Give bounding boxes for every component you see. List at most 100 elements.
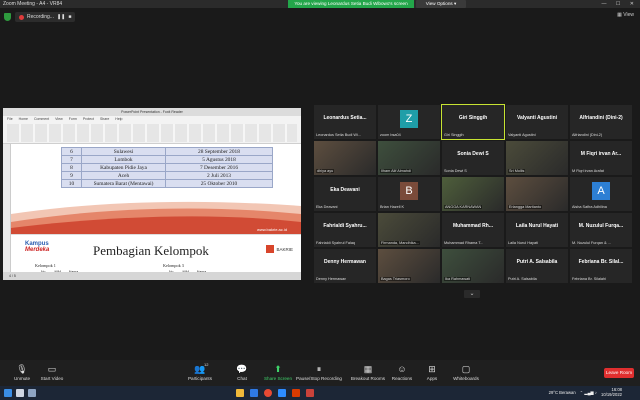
start-video-button[interactable]: ▭ Start Video [30,362,74,381]
shared-status-bar: 4 / 5 [3,272,301,280]
participant-tile[interactable]: Valyanti Agustini Valyanti Agustini [506,105,568,139]
ribbon-tab: File [7,117,13,121]
browser-icon[interactable] [250,389,258,397]
slide-area: 6 Sulawesi 28 September 2018 7 Lombok 5 Agust… [3,144,301,274]
participant-name: Putri A. Salsabila [508,277,537,281]
participant-tile[interactable]: Giri Singgih Giri Singgih [441,104,505,140]
view-layout-button[interactable]: ▦ View [617,12,634,18]
participants-label: Participants [187,376,212,381]
participant-tile[interactable]: Laila Nurul Hayati Laila Nurul Hayati [506,213,568,247]
network-icon[interactable]: ⌃ ▂▄▆ ♪ [580,390,597,395]
participant-tile[interactable]: M Fiqri irvan Ar... M Fiqri irvan Arafat [570,141,632,175]
participant-name: Valyanti Agustini [508,133,536,137]
participant-tile[interactable]: Putri A. Salsabila Putri A. Salsabila [506,249,568,283]
participant-name: Leonardus Setia Budi Wi... [316,133,361,137]
ribbon-tools [7,124,297,142]
participant-avatar: A [592,182,610,200]
table-row: 8 Kabupaten Pidie Jaya 7 Desember 2016 [61,163,273,172]
participant-tile[interactable]: B Brian Hazell K [378,177,440,211]
participant-tile[interactable]: Eka Deavani Eka Deavani [314,177,376,211]
participant-name: Laila Nurul Hayati [508,241,538,245]
participant-name: Denny Hermawan [316,277,347,281]
participant-tile[interactable]: Denny Hermawan Denny Hermawan [314,249,376,283]
participant-tile[interactable]: Firmanda, Mandhika... [378,213,440,247]
table-cell: Kabupaten Pidie Jaya [81,163,166,172]
pause-recording-button[interactable]: ⏸ Pause/Stop Recording [294,362,344,381]
stop-recording-icon[interactable]: ■ [68,14,71,20]
participant-avatar: Z [400,110,418,128]
participant-tile[interactable]: ANGGA KARNAWAN [442,177,504,211]
share-screen-label: Share Screen [263,376,293,381]
participants-count-badge: 12 [204,362,209,367]
gallery-next-page-icon[interactable]: ⌄ [464,290,480,298]
participant-tile[interactable]: A Aisha Safira Adhilina [570,177,632,211]
whiteboards-button[interactable]: ▢ Whiteboards [444,362,488,381]
participant-tile[interactable]: Ilham Alif Almahdi [378,141,440,175]
foxit-icon[interactable] [306,389,314,397]
participant-name: Alfriandini (Dini-2) [572,133,603,137]
participant-tile[interactable]: Muhammad Rh... Muhammad Rhama T... [442,213,504,247]
participant-tile[interactable]: Sri Mollis [506,141,568,175]
participant-tile[interactable]: Bagas Triasmoro [378,249,440,283]
table-row: 9 Aceh 2 Juli 2013 [61,171,273,180]
chat-label: Chat [237,376,247,381]
participant-tile[interactable]: Zzoom bsa04 [378,105,440,139]
start-video-label: Start Video [40,376,64,381]
bakrie-logo: BAKRIE [266,245,293,253]
table-cell: 2 Juli 2013 [165,171,273,180]
participant-caption: Muhammad Rh... [452,223,493,229]
kelompok-3-label: Kelompok 3 [163,263,184,268]
ribbon-tab: Form [68,117,77,121]
participant-name: dhiya ayu [316,169,335,173]
recording-indicator: Recording... ❚❚ ■ [15,12,76,22]
window-title: Zoom Meeting - A4 - VR84 [3,1,63,7]
file-explorer-icon[interactable] [236,389,244,397]
windows-start-icon[interactable] [4,389,12,397]
participant-tile[interactable]: Febriana Br. Silal... Febriana Br. Silala… [570,249,632,283]
participant-tile[interactable]: dhiya ayu [314,141,376,175]
participant-tile[interactable]: Alfriandini (Dini-2) Alfriandini (Dini-2) [570,105,632,139]
participants-icon: 👥 [194,364,206,374]
table-cell: 6 [61,147,82,156]
clock-date: 10/19/2022 [601,392,622,397]
table-row: 6 Sulawesi 28 September 2018 [61,147,273,156]
participant-tile[interactable]: Erlangga Martianto [506,177,568,211]
viewing-banner: You are viewing Leonardus Setia Budi Wib… [288,0,414,8]
participant-tile[interactable]: Ika Rahmawati [442,249,504,283]
shared-app-title: PowerPoint Presentation - Foxit Reader [3,108,301,116]
security-shield-icon[interactable] [4,13,11,21]
table-cell: 7 Desember 2016 [165,163,273,172]
participant-caption: Denny Hermawan [324,259,366,265]
participant-name: Bagas Triasmoro [380,277,411,281]
participant-name: Muhammad Rhama T... [444,241,484,245]
participant-name: Aisha Safira Adhilina [572,205,607,209]
participant-tile[interactable]: Leonardus Setia... Leonardus Setia Budi W… [314,105,376,139]
ribbon-tab: Protect [82,117,94,121]
window-controls[interactable]: — ☐ ✕ [602,0,638,8]
powerpoint-icon[interactable] [292,389,300,397]
system-tray: 29°C Berawan ⌃ ▂▄▆ ♪ 16:08 10/19/2022 [549,387,622,397]
participants-button[interactable]: 12 👥 Participants [178,362,222,381]
leave-room-button[interactable]: Leave Room [604,368,634,378]
search-icon[interactable] [16,389,24,397]
slide-pembagian: Kampus Merdeka Pembagian Kelompok BAKRIE… [11,234,301,274]
task-view-icon[interactable] [28,389,36,397]
participant-tile[interactable]: Sonia Dewi S Sonia Dewi S [442,141,504,175]
table-cell: 8 [61,163,82,172]
participant-tile[interactable]: M. Nuzulul Furqa... M. Nuzulul Furqan & .… [570,213,632,247]
whiteboard-icon: ▢ [461,364,471,374]
pause-recording-icon[interactable]: ❚❚ [57,14,65,20]
participant-name: Firmanda, Mandhika... [380,241,420,245]
zoom-app-icon[interactable] [278,389,286,397]
participant-caption: Laila Nurul Hayati [515,223,559,229]
bakrie-logo-icon [266,245,275,253]
shared-ribbon: File Home Comment View Form Protect Share Help [3,116,301,144]
slide-thumbnails [3,144,11,272]
kampus-merdeka-logo: Kampus Merdeka [25,241,49,253]
view-options-button[interactable]: View Options ▾ [416,0,466,8]
participant-tile[interactable]: Fahrialdi Syahru... Fahrialdi Syahrul Fal… [314,213,376,247]
table-cell: 7 [61,155,82,164]
chrome-icon[interactable] [264,389,272,397]
clock[interactable]: 16:08 10/19/2022 [601,387,622,397]
weather-text: 29°C Berawan [548,389,576,395]
